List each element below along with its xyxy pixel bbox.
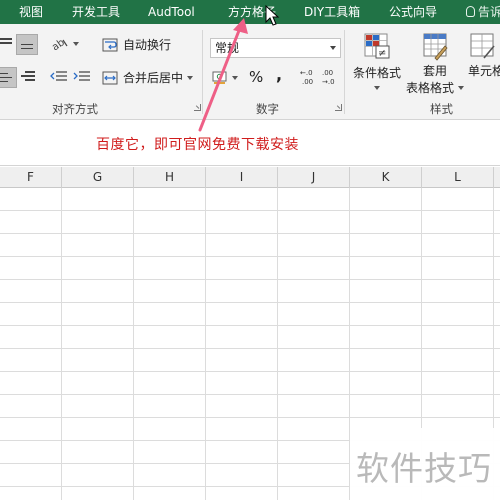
align-right-button[interactable]	[21, 70, 37, 84]
group-divider	[344, 30, 345, 114]
orientation-button[interactable]: ab	[51, 36, 79, 52]
column-header-f[interactable]: F	[0, 167, 62, 188]
styles-group-label: 样式	[430, 102, 453, 116]
svg-text:.00: .00	[322, 69, 333, 77]
format-as-table-button[interactable]: 套用 表格格式	[404, 32, 466, 100]
align-left-button[interactable]	[0, 67, 17, 88]
chevron-down-icon	[232, 75, 238, 80]
number-format-select[interactable]: 常规	[210, 38, 341, 58]
format-as-table-label-1: 套用	[422, 64, 447, 78]
align-top-button[interactable]	[0, 37, 16, 51]
tell-me-search[interactable]: 告诉	[466, 0, 500, 24]
accounting-format-button[interactable]	[212, 70, 238, 85]
decrease-indent-button[interactable]	[50, 70, 68, 84]
number-group-label: 数字	[256, 102, 279, 116]
wrap-text-label: 自动换行	[123, 38, 172, 52]
cell-styles-icon	[470, 33, 495, 59]
watermark: 软件技巧	[350, 428, 500, 500]
percent-label: %	[249, 68, 264, 86]
decrease-indent-icon	[50, 71, 67, 81]
format-as-table-icon	[423, 33, 448, 61]
chevron-down-icon	[73, 42, 79, 46]
format-as-table-label-2-wrap: 表格格式	[406, 79, 464, 96]
format-as-table-label-2: 表格格式	[405, 81, 454, 95]
comma-style-button[interactable]: ,	[276, 65, 282, 84]
chevron-down-icon	[374, 86, 380, 90]
tab-view[interactable]: 视图	[19, 0, 43, 24]
column-header-m-partial[interactable]	[494, 167, 500, 188]
svg-text:ab: ab	[51, 37, 67, 52]
merge-center-button[interactable]: 合并后居中	[102, 69, 194, 86]
wrap-text-icon	[102, 38, 118, 51]
merge-center-label: 合并后居中	[123, 71, 184, 85]
alignment-dialog-launcher-icon[interactable]	[194, 104, 201, 111]
align-middle-icon	[20, 38, 34, 52]
column-header-row: F G H I J K L	[0, 167, 500, 188]
cell-styles-label: 单元格	[468, 64, 500, 78]
column-header-k[interactable]: K	[350, 167, 422, 188]
conditional-format-button[interactable]: ≠ 条件格式	[350, 32, 404, 100]
svg-text:←.0: ←.0	[300, 69, 313, 77]
decrease-decimal-icon: .00 →.0	[322, 69, 335, 86]
group-divider	[202, 30, 203, 114]
orientation-icon: ab	[51, 37, 68, 52]
wrap-text-button[interactable]: 自动换行	[102, 36, 171, 53]
tab-diy-toolbox[interactable]: DIY工具箱	[304, 0, 360, 24]
column-header-h[interactable]: H	[134, 167, 206, 188]
accounting-icon	[212, 71, 227, 84]
conditional-format-icon: ≠	[364, 33, 390, 59]
increase-indent-icon	[73, 71, 90, 81]
tab-fangfangezi[interactable]: 方方格子	[228, 0, 276, 24]
cell-styles-button[interactable]: 单元格	[468, 32, 500, 100]
chevron-down-icon	[330, 46, 336, 50]
increase-indent-button[interactable]	[73, 70, 91, 84]
lightbulb-icon	[466, 6, 475, 17]
ribbon-tab-bar: 视图 开发工具 AudTool 方方格子 DIY工具箱 公式向导 告诉	[0, 0, 500, 24]
increase-decimal-button[interactable]: ←.0 .00	[299, 68, 317, 86]
align-top-icon	[0, 37, 16, 51]
column-header-l[interactable]: L	[422, 167, 494, 188]
column-header-i[interactable]: I	[206, 167, 278, 188]
align-middle-button[interactable]	[16, 34, 38, 55]
increase-decimal-icon: ←.0 .00	[300, 69, 313, 86]
tab-formula-wizard[interactable]: 公式向导	[389, 0, 437, 24]
column-header-j[interactable]: J	[278, 167, 350, 188]
percent-style-button[interactable]: %	[249, 68, 263, 86]
align-right-icon	[21, 70, 37, 84]
decrease-decimal-button[interactable]: .00 →.0	[321, 68, 339, 86]
conditional-format-label: 条件格式	[352, 66, 401, 80]
merge-center-icon	[102, 71, 118, 84]
comma-label: ,	[276, 65, 283, 84]
tab-audtool[interactable]: AudTool	[148, 0, 195, 24]
svg-text:≠: ≠	[378, 48, 386, 59]
chevron-down-icon	[187, 75, 194, 80]
chevron-down-icon	[458, 85, 464, 90]
align-left-icon	[0, 71, 14, 85]
column-header-g[interactable]: G	[62, 167, 134, 188]
svg-text:→.0: →.0	[322, 78, 335, 86]
tell-me-label: 告诉	[478, 5, 500, 19]
annotation-text: 百度它，即可官网免费下载安装	[96, 137, 299, 153]
watermark-text: 软件技巧	[356, 449, 492, 488]
tab-developer[interactable]: 开发工具	[72, 0, 120, 24]
ribbon: ab 自动换行 合并后居中 对齐方式 常规 % , ←.0 .00 .00 →.…	[0, 24, 500, 120]
alignment-group-label: 对齐方式	[52, 102, 98, 116]
svg-text:.00: .00	[302, 78, 313, 86]
number-dialog-launcher-icon[interactable]	[335, 104, 342, 111]
number-format-value: 常规	[215, 41, 240, 55]
